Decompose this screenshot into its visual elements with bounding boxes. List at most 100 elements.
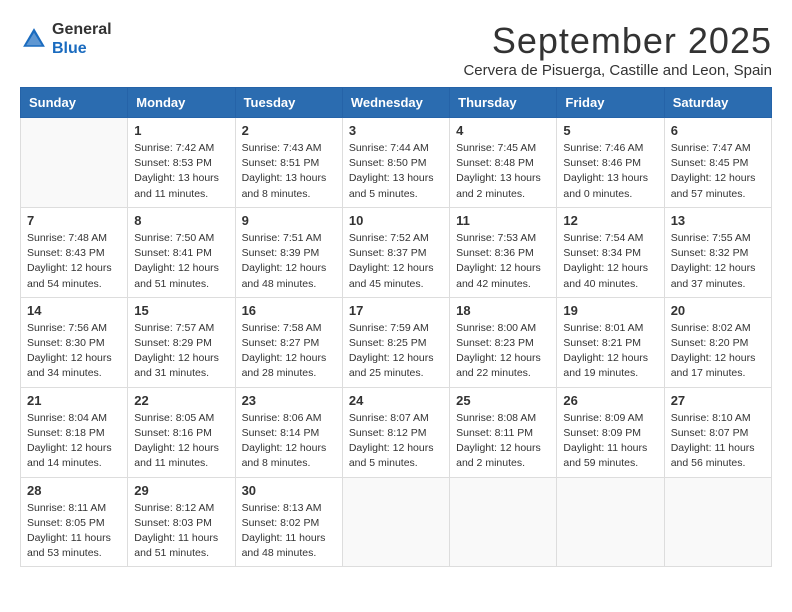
logo-text: General Blue	[52, 20, 112, 58]
calendar-cell: 5 Sunrise: 7:46 AMSunset: 8:46 PMDaylight…	[557, 118, 664, 208]
logo-blue-label: Blue	[52, 39, 112, 58]
header-thursday: Thursday	[450, 88, 557, 118]
day-number: 3	[349, 123, 443, 138]
month-title: September 2025	[463, 20, 772, 62]
day-number: 23	[242, 393, 336, 408]
day-number: 2	[242, 123, 336, 138]
calendar-cell: 4 Sunrise: 7:45 AMSunset: 8:48 PMDaylight…	[450, 118, 557, 208]
day-number: 4	[456, 123, 550, 138]
calendar-cell	[342, 477, 449, 567]
day-info: Sunrise: 7:43 AMSunset: 8:51 PMDaylight:…	[242, 141, 336, 202]
day-info: Sunrise: 7:44 AMSunset: 8:50 PMDaylight:…	[349, 141, 443, 202]
header-tuesday: Tuesday	[235, 88, 342, 118]
calendar-cell: 23 Sunrise: 8:06 AMSunset: 8:14 PMDayligh…	[235, 387, 342, 477]
day-info: Sunrise: 7:57 AMSunset: 8:29 PMDaylight:…	[134, 321, 228, 382]
calendar-cell: 27 Sunrise: 8:10 AMSunset: 8:07 PMDayligh…	[664, 387, 771, 477]
day-number: 7	[27, 213, 121, 228]
calendar-cell: 29 Sunrise: 8:12 AMSunset: 8:03 PMDayligh…	[128, 477, 235, 567]
day-info: Sunrise: 8:13 AMSunset: 8:02 PMDaylight:…	[242, 501, 336, 562]
day-info: Sunrise: 7:50 AMSunset: 8:41 PMDaylight:…	[134, 231, 228, 292]
header-saturday: Saturday	[664, 88, 771, 118]
day-number: 19	[563, 303, 657, 318]
calendar-cell: 14Sunrise: 7:56 AMSunset: 8:30 PMDayligh…	[21, 297, 128, 387]
day-info: Sunrise: 8:07 AMSunset: 8:12 PMDaylight:…	[349, 411, 443, 472]
day-number: 13	[671, 213, 765, 228]
day-number: 16	[242, 303, 336, 318]
day-number: 20	[671, 303, 765, 318]
day-info: Sunrise: 8:02 AMSunset: 8:20 PMDaylight:…	[671, 321, 765, 382]
calendar-cell: 13 Sunrise: 7:55 AMSunset: 8:32 PMDayligh…	[664, 207, 771, 297]
calendar-cell: 3 Sunrise: 7:44 AMSunset: 8:50 PMDaylight…	[342, 118, 449, 208]
calendar-cell: 10Sunrise: 7:52 AMSunset: 8:37 PMDayligh…	[342, 207, 449, 297]
day-info: Sunrise: 7:45 AMSunset: 8:48 PMDaylight:…	[456, 141, 550, 202]
day-info: Sunrise: 8:06 AMSunset: 8:14 PMDaylight:…	[242, 411, 336, 472]
day-number: 29	[134, 483, 228, 498]
day-info: Sunrise: 7:51 AMSunset: 8:39 PMDaylight:…	[242, 231, 336, 292]
day-info: Sunrise: 7:53 AMSunset: 8:36 PMDaylight:…	[456, 231, 550, 292]
day-number: 24	[349, 393, 443, 408]
day-info: Sunrise: 8:10 AMSunset: 8:07 PMDaylight:…	[671, 411, 765, 472]
calendar-cell	[664, 477, 771, 567]
day-number: 11	[456, 213, 550, 228]
calendar-cell: 30 Sunrise: 8:13 AMSunset: 8:02 PMDayligh…	[235, 477, 342, 567]
header-friday: Friday	[557, 88, 664, 118]
calendar-cell	[21, 118, 128, 208]
logo-icon	[20, 25, 48, 53]
title-block: September 2025 Cervera de Pisuerga, Cast…	[463, 20, 772, 79]
calendar-cell: 2 Sunrise: 7:43 AMSunset: 8:51 PMDaylight…	[235, 118, 342, 208]
logo-general-label: General	[52, 20, 112, 39]
day-number: 12	[563, 213, 657, 228]
day-info: Sunrise: 8:05 AMSunset: 8:16 PMDaylight:…	[134, 411, 228, 472]
calendar-cell: 1 Sunrise: 7:42 AMSunset: 8:53 PMDaylight…	[128, 118, 235, 208]
calendar-cell: 15 Sunrise: 7:57 AMSunset: 8:29 PMDayligh…	[128, 297, 235, 387]
day-number: 27	[671, 393, 765, 408]
day-number: 14	[27, 303, 121, 318]
day-info: Sunrise: 8:12 AMSunset: 8:03 PMDaylight:…	[134, 501, 228, 562]
day-number: 6	[671, 123, 765, 138]
day-info: Sunrise: 7:46 AMSunset: 8:46 PMDaylight:…	[563, 141, 657, 202]
calendar-cell: 7 Sunrise: 7:48 AMSunset: 8:43 PMDaylight…	[21, 207, 128, 297]
day-info: Sunrise: 7:58 AMSunset: 8:27 PMDaylight:…	[242, 321, 336, 382]
day-info: Sunrise: 7:47 AMSunset: 8:45 PMDaylight:…	[671, 141, 765, 202]
calendar-cell	[557, 477, 664, 567]
day-info: Sunrise: 8:00 AMSunset: 8:23 PMDaylight:…	[456, 321, 550, 382]
day-number: 17	[349, 303, 443, 318]
day-number: 10	[349, 213, 443, 228]
day-info: Sunrise: 8:01 AMSunset: 8:21 PMDaylight:…	[563, 321, 657, 382]
header-monday: Monday	[128, 88, 235, 118]
calendar-cell: 22 Sunrise: 8:05 AMSunset: 8:16 PMDayligh…	[128, 387, 235, 477]
calendar-cell: 21Sunrise: 8:04 AMSunset: 8:18 PMDayligh…	[21, 387, 128, 477]
calendar-cell: 11 Sunrise: 7:53 AMSunset: 8:36 PMDayligh…	[450, 207, 557, 297]
calendar-table: SundayMondayTuesdayWednesdayThursdayFrid…	[20, 87, 772, 567]
day-number: 15	[134, 303, 228, 318]
calendar-cell: 24 Sunrise: 8:07 AMSunset: 8:12 PMDayligh…	[342, 387, 449, 477]
day-number: 22	[134, 393, 228, 408]
day-number: 5	[563, 123, 657, 138]
calendar-cell: 12 Sunrise: 7:54 AMSunset: 8:34 PMDayligh…	[557, 207, 664, 297]
day-info: Sunrise: 8:11 AMSunset: 8:05 PMDaylight:…	[27, 501, 121, 562]
calendar-cell: 28 Sunrise: 8:11 AMSunset: 8:05 PMDayligh…	[21, 477, 128, 567]
calendar-week-row: 7 Sunrise: 7:48 AMSunset: 8:43 PMDaylight…	[21, 207, 772, 297]
day-info: Sunrise: 8:08 AMSunset: 8:11 PMDaylight:…	[456, 411, 550, 472]
day-info: Sunrise: 7:55 AMSunset: 8:32 PMDaylight:…	[671, 231, 765, 292]
calendar-cell: 6 Sunrise: 7:47 AMSunset: 8:45 PMDaylight…	[664, 118, 771, 208]
day-number: 25	[456, 393, 550, 408]
page-header: General Blue September 2025 Cervera de P…	[20, 20, 772, 79]
day-number: 30	[242, 483, 336, 498]
day-info: Sunrise: 7:54 AMSunset: 8:34 PMDaylight:…	[563, 231, 657, 292]
calendar-week-row: 1 Sunrise: 7:42 AMSunset: 8:53 PMDaylight…	[21, 118, 772, 208]
day-number: 28	[27, 483, 121, 498]
calendar-cell: 19 Sunrise: 8:01 AMSunset: 8:21 PMDayligh…	[557, 297, 664, 387]
calendar-cell: 9Sunrise: 7:51 AMSunset: 8:39 PMDaylight…	[235, 207, 342, 297]
day-number: 18	[456, 303, 550, 318]
day-number: 26	[563, 393, 657, 408]
calendar-cell: 16 Sunrise: 7:58 AMSunset: 8:27 PMDayligh…	[235, 297, 342, 387]
calendar-week-row: 21Sunrise: 8:04 AMSunset: 8:18 PMDayligh…	[21, 387, 772, 477]
day-info: Sunrise: 7:42 AMSunset: 8:53 PMDaylight:…	[134, 141, 228, 202]
day-number: 1	[134, 123, 228, 138]
header-wednesday: Wednesday	[342, 88, 449, 118]
day-info: Sunrise: 7:59 AMSunset: 8:25 PMDaylight:…	[349, 321, 443, 382]
calendar-cell	[450, 477, 557, 567]
calendar-cell: 8Sunrise: 7:50 AMSunset: 8:41 PMDaylight…	[128, 207, 235, 297]
day-info: Sunrise: 7:48 AMSunset: 8:43 PMDaylight:…	[27, 231, 121, 292]
